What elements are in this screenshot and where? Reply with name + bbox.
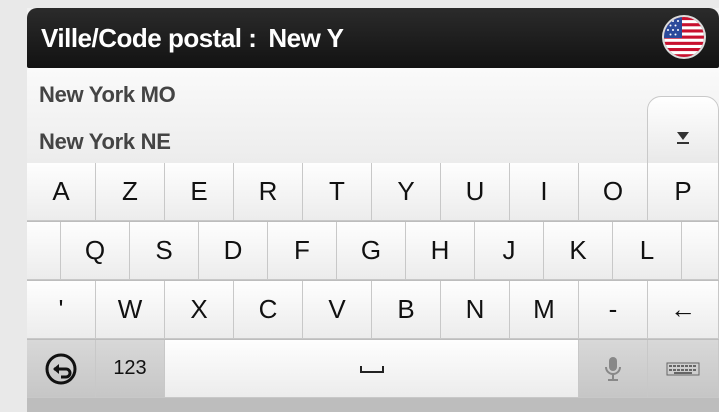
key-d[interactable]: D bbox=[199, 222, 268, 280]
key-m[interactable]: M bbox=[510, 281, 579, 339]
key-apostrophe[interactable]: ' bbox=[27, 281, 96, 339]
key-hyphen[interactable]: - bbox=[579, 281, 648, 339]
key-g[interactable]: G bbox=[337, 222, 406, 280]
microphone-icon bbox=[605, 356, 621, 381]
key-z[interactable]: Z bbox=[96, 163, 165, 221]
search-input[interactable]: New Y bbox=[268, 23, 344, 54]
key-v[interactable]: V bbox=[303, 281, 372, 339]
search-header[interactable]: Ville/Code postal : New Y bbox=[27, 8, 719, 68]
key-b[interactable]: B bbox=[372, 281, 441, 339]
key-c[interactable]: C bbox=[234, 281, 303, 339]
key-u[interactable]: U bbox=[441, 163, 510, 221]
key-r[interactable]: R bbox=[234, 163, 303, 221]
key-k[interactable]: K bbox=[544, 222, 613, 280]
key-y[interactable]: Y bbox=[372, 163, 441, 221]
key-a[interactable]: A bbox=[27, 163, 96, 221]
key-t[interactable]: T bbox=[303, 163, 372, 221]
backspace-button[interactable]: ← bbox=[648, 281, 719, 339]
key-x[interactable]: X bbox=[165, 281, 234, 339]
key-spacer-right bbox=[682, 222, 719, 280]
key-q[interactable]: Q bbox=[61, 222, 130, 280]
key-i[interactable]: I bbox=[510, 163, 579, 221]
on-screen-keyboard: A Z E R T Y U I O P Q S D F G H J K L ' … bbox=[27, 163, 719, 412]
app-frame: Ville/Code postal : New Y New York MO Ne bbox=[27, 8, 719, 412]
back-button[interactable] bbox=[27, 340, 96, 398]
keyboard-layout-icon bbox=[666, 362, 700, 375]
key-l[interactable]: L bbox=[613, 222, 682, 280]
space-bar-icon bbox=[359, 365, 384, 373]
key-j[interactable]: J bbox=[475, 222, 544, 280]
key-p[interactable]: P bbox=[648, 163, 719, 221]
microphone-button[interactable] bbox=[579, 340, 648, 398]
scroll-down-icon bbox=[677, 132, 689, 144]
key-o[interactable]: O bbox=[579, 163, 648, 221]
result-item-new-york-ne[interactable]: New York NE bbox=[39, 129, 171, 155]
backspace-arrow-icon: ← bbox=[670, 294, 696, 324]
key-e[interactable]: E bbox=[165, 163, 234, 221]
space-bar-button[interactable] bbox=[165, 340, 579, 398]
key-n[interactable]: N bbox=[441, 281, 510, 339]
search-label: Ville/Code postal : bbox=[41, 22, 257, 53]
key-h[interactable]: H bbox=[406, 222, 475, 280]
keyboard-layout-button[interactable] bbox=[648, 340, 719, 398]
numbers-toggle-button[interactable]: 123 bbox=[96, 340, 165, 398]
results-list: New York MO New York NE bbox=[27, 68, 719, 178]
key-w[interactable]: W bbox=[96, 281, 165, 339]
back-circle-icon bbox=[45, 353, 77, 384]
us-flag-icon[interactable] bbox=[664, 17, 704, 57]
key-spacer-left bbox=[27, 222, 61, 280]
key-s[interactable]: S bbox=[130, 222, 199, 280]
key-f[interactable]: F bbox=[268, 222, 337, 280]
result-item-new-york-mo[interactable]: New York MO bbox=[39, 82, 176, 108]
